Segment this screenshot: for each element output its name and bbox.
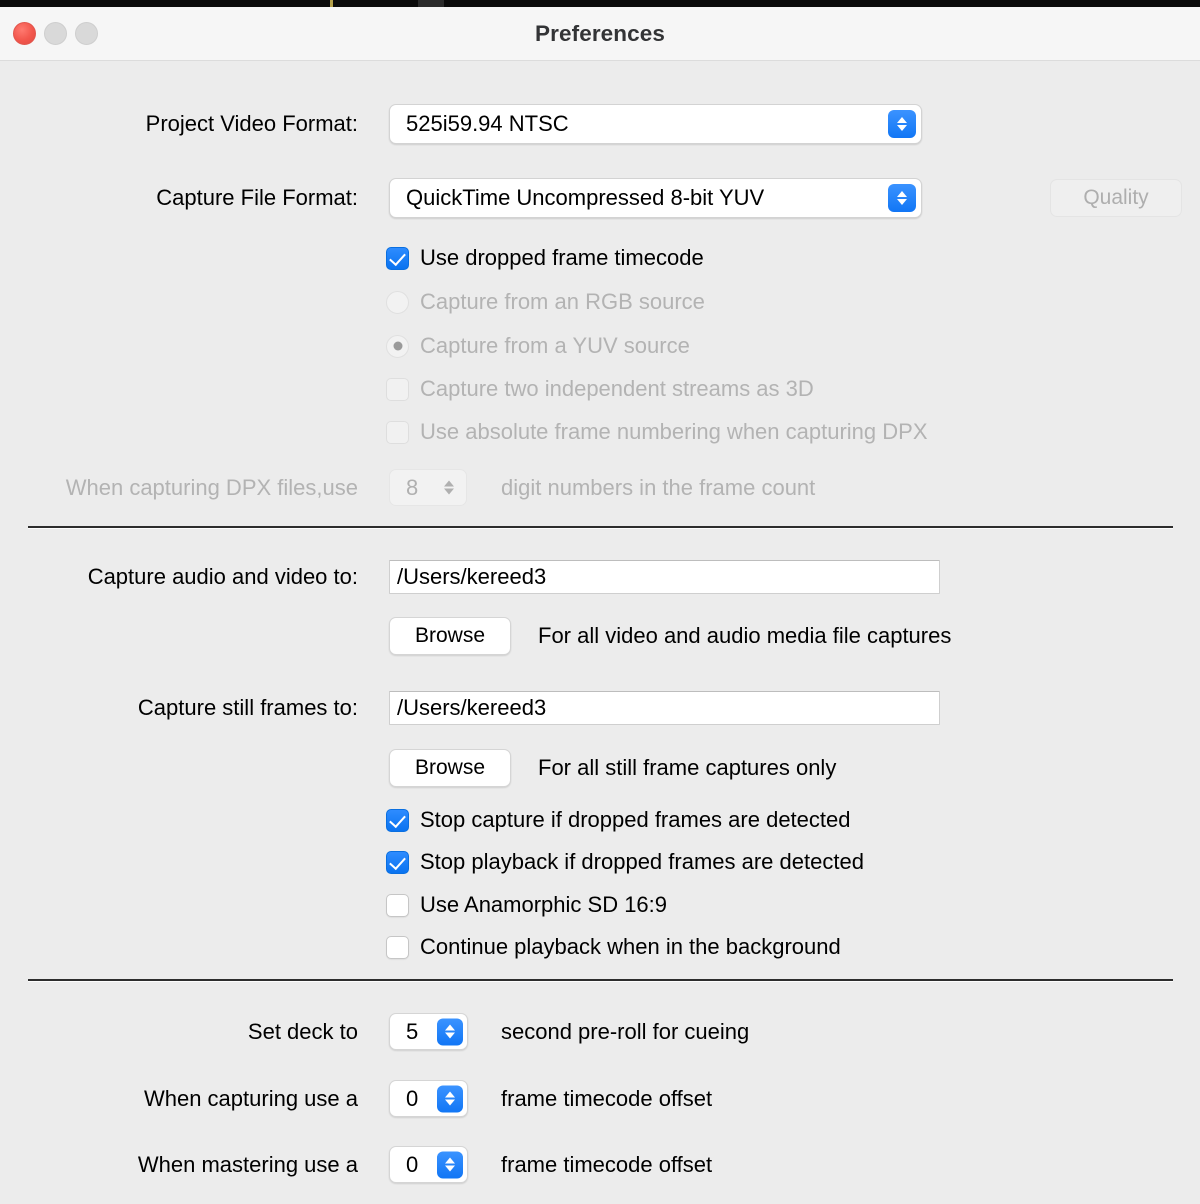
- capture-timecode-offset-row: When capturing use a 0 frame timecode of…: [0, 1080, 712, 1117]
- desktop-speck-yellow: [330, 0, 333, 7]
- capture-av-path-label: Capture audio and video to:: [87, 564, 358, 589]
- checkbox-unchecked-icon: [386, 377, 409, 401]
- section-divider-1: [28, 526, 1173, 528]
- absolute-frame-numbering-dpx-label: Use absolute frame numbering when captur…: [420, 419, 928, 444]
- project-video-format-label: Project Video Format:: [145, 111, 358, 136]
- deck-preroll-row: Set deck to 5 second pre-roll for cueing: [0, 1013, 749, 1050]
- mastering-timecode-offset-suffix: frame timecode offset: [501, 1151, 713, 1177]
- window-title: Preferences: [535, 20, 665, 46]
- capture-stills-path-row: Capture still frames to: /Users/kereed3: [0, 691, 940, 725]
- capture-av-browse-button[interactable]: Browse: [389, 617, 511, 655]
- deck-preroll-label: Set deck to: [247, 1018, 358, 1044]
- preferences-window: Preferences Project Video Format: 525i59…: [0, 7, 1200, 1204]
- section-divider-2: [28, 979, 1173, 981]
- capture-two-streams-3d-checkbox: Capture two independent streams as 3D: [386, 376, 814, 402]
- capture-stills-hint: For all still frame captures only: [538, 755, 837, 780]
- capture-av-hint: For all video and audio media file captu…: [538, 623, 952, 648]
- capture-from-yuv-source-radio: Capture from a YUV source: [386, 333, 690, 359]
- stop-capture-dropped-frames-checkbox[interactable]: Stop capture if dropped frames are detec…: [386, 807, 850, 833]
- dpx-digit-count-row: When capturing DPX files,use 8 digit num…: [0, 469, 815, 506]
- absolute-frame-numbering-dpx-checkbox: Use absolute frame numbering when captur…: [386, 419, 928, 445]
- capture-stills-browse-row: Browse For all still frame captures only: [389, 749, 836, 787]
- deck-preroll-suffix: second pre-roll for cueing: [501, 1018, 750, 1044]
- radio-selected-icon: [386, 334, 409, 358]
- capture-stills-path-input[interactable]: /Users/kereed3: [389, 691, 940, 725]
- close-window-button[interactable]: [13, 22, 36, 45]
- capture-timecode-offset-suffix: frame timecode offset: [501, 1085, 713, 1111]
- chevron-up-down-icon: [436, 474, 462, 501]
- mastering-timecode-offset-stepper[interactable]: 0: [389, 1146, 468, 1183]
- checkbox-unchecked-icon: [386, 420, 409, 444]
- deck-preroll-stepper[interactable]: 5: [389, 1013, 468, 1050]
- checkbox-unchecked-icon: [386, 893, 409, 917]
- mastering-timecode-offset-value: 0: [406, 1151, 419, 1177]
- capture-from-yuv-source-label: Capture from a YUV source: [420, 333, 690, 358]
- desktop-speck-gray: [418, 0, 444, 7]
- chevron-up-down-icon[interactable]: [437, 1151, 463, 1178]
- continue-playback-background-label: Continue playback when in the background: [420, 934, 841, 959]
- dpx-digit-count-label: When capturing DPX files,use: [65, 474, 358, 500]
- radio-unselected-icon: [386, 290, 409, 314]
- capture-from-rgb-source-radio: Capture from an RGB source: [386, 289, 705, 315]
- checkbox-checked-icon: [386, 808, 409, 832]
- stop-playback-dropped-frames-checkbox[interactable]: Stop playback if dropped frames are dete…: [386, 849, 864, 875]
- traffic-light-group: [13, 7, 98, 60]
- capture-av-path-row: Capture audio and video to: /Users/keree…: [0, 560, 940, 594]
- capture-stills-path-label: Capture still frames to:: [137, 695, 358, 720]
- project-video-format-value: 525i59.94 NTSC: [406, 111, 569, 136]
- checkbox-unchecked-icon: [386, 935, 409, 959]
- checkbox-checked-icon: [386, 850, 409, 874]
- capture-file-format-select[interactable]: QuickTime Uncompressed 8-bit YUV: [389, 178, 922, 218]
- capture-timecode-offset-label: When capturing use a: [143, 1085, 358, 1111]
- project-video-format-select[interactable]: 525i59.94 NTSC: [389, 104, 922, 144]
- chevron-up-down-icon[interactable]: [437, 1085, 463, 1112]
- deck-preroll-value: 5: [406, 1018, 419, 1044]
- capture-timecode-offset-value: 0: [406, 1085, 419, 1111]
- use-anamorphic-sd-label: Use Anamorphic SD 16:9: [420, 892, 668, 917]
- capture-stills-browse-button[interactable]: Browse: [389, 749, 511, 787]
- chevron-up-down-icon: [888, 184, 916, 212]
- zoom-window-button[interactable]: [75, 22, 98, 45]
- desktop-backdrop-strip: [0, 0, 1200, 7]
- stop-playback-dropped-frames-label: Stop playback if dropped frames are dete…: [420, 849, 864, 874]
- capture-two-streams-3d-label: Capture two independent streams as 3D: [420, 376, 814, 401]
- capture-timecode-offset-stepper[interactable]: 0: [389, 1080, 468, 1117]
- checkbox-checked-icon: [386, 246, 409, 270]
- chevron-up-down-icon[interactable]: [437, 1018, 463, 1045]
- use-anamorphic-sd-checkbox[interactable]: Use Anamorphic SD 16:9: [386, 892, 667, 918]
- dpx-digit-count-stepper: 8: [389, 469, 467, 506]
- capture-av-browse-row: Browse For all video and audio media fil…: [389, 617, 951, 655]
- capture-av-path-input[interactable]: /Users/kereed3: [389, 560, 940, 594]
- dpx-digit-count-value: 8: [406, 474, 419, 500]
- capture-file-format-value: QuickTime Uncompressed 8-bit YUV: [406, 185, 765, 210]
- continue-playback-background-checkbox[interactable]: Continue playback when in the background: [386, 934, 841, 960]
- minimize-window-button[interactable]: [44, 22, 67, 45]
- mastering-timecode-offset-row: When mastering use a 0 frame timecode of…: [0, 1146, 712, 1183]
- mastering-timecode-offset-label: When mastering use a: [137, 1151, 358, 1177]
- quality-button[interactable]: Quality: [1050, 179, 1182, 217]
- capture-file-format-row: Capture File Format: QuickTime Uncompres…: [0, 178, 1182, 218]
- use-dropped-frame-timecode-label: Use dropped frame timecode: [420, 245, 704, 270]
- dpx-digit-count-suffix: digit numbers in the frame count: [501, 474, 816, 500]
- capture-from-rgb-source-label: Capture from an RGB source: [420, 289, 705, 314]
- use-dropped-frame-timecode-checkbox[interactable]: Use dropped frame timecode: [386, 245, 704, 271]
- window-titlebar: Preferences: [0, 7, 1200, 61]
- stop-capture-dropped-frames-label: Stop capture if dropped frames are detec…: [420, 807, 851, 832]
- project-video-format-row: Project Video Format: 525i59.94 NTSC: [0, 104, 922, 144]
- capture-file-format-label: Capture File Format:: [156, 185, 358, 210]
- chevron-up-down-icon: [888, 110, 916, 138]
